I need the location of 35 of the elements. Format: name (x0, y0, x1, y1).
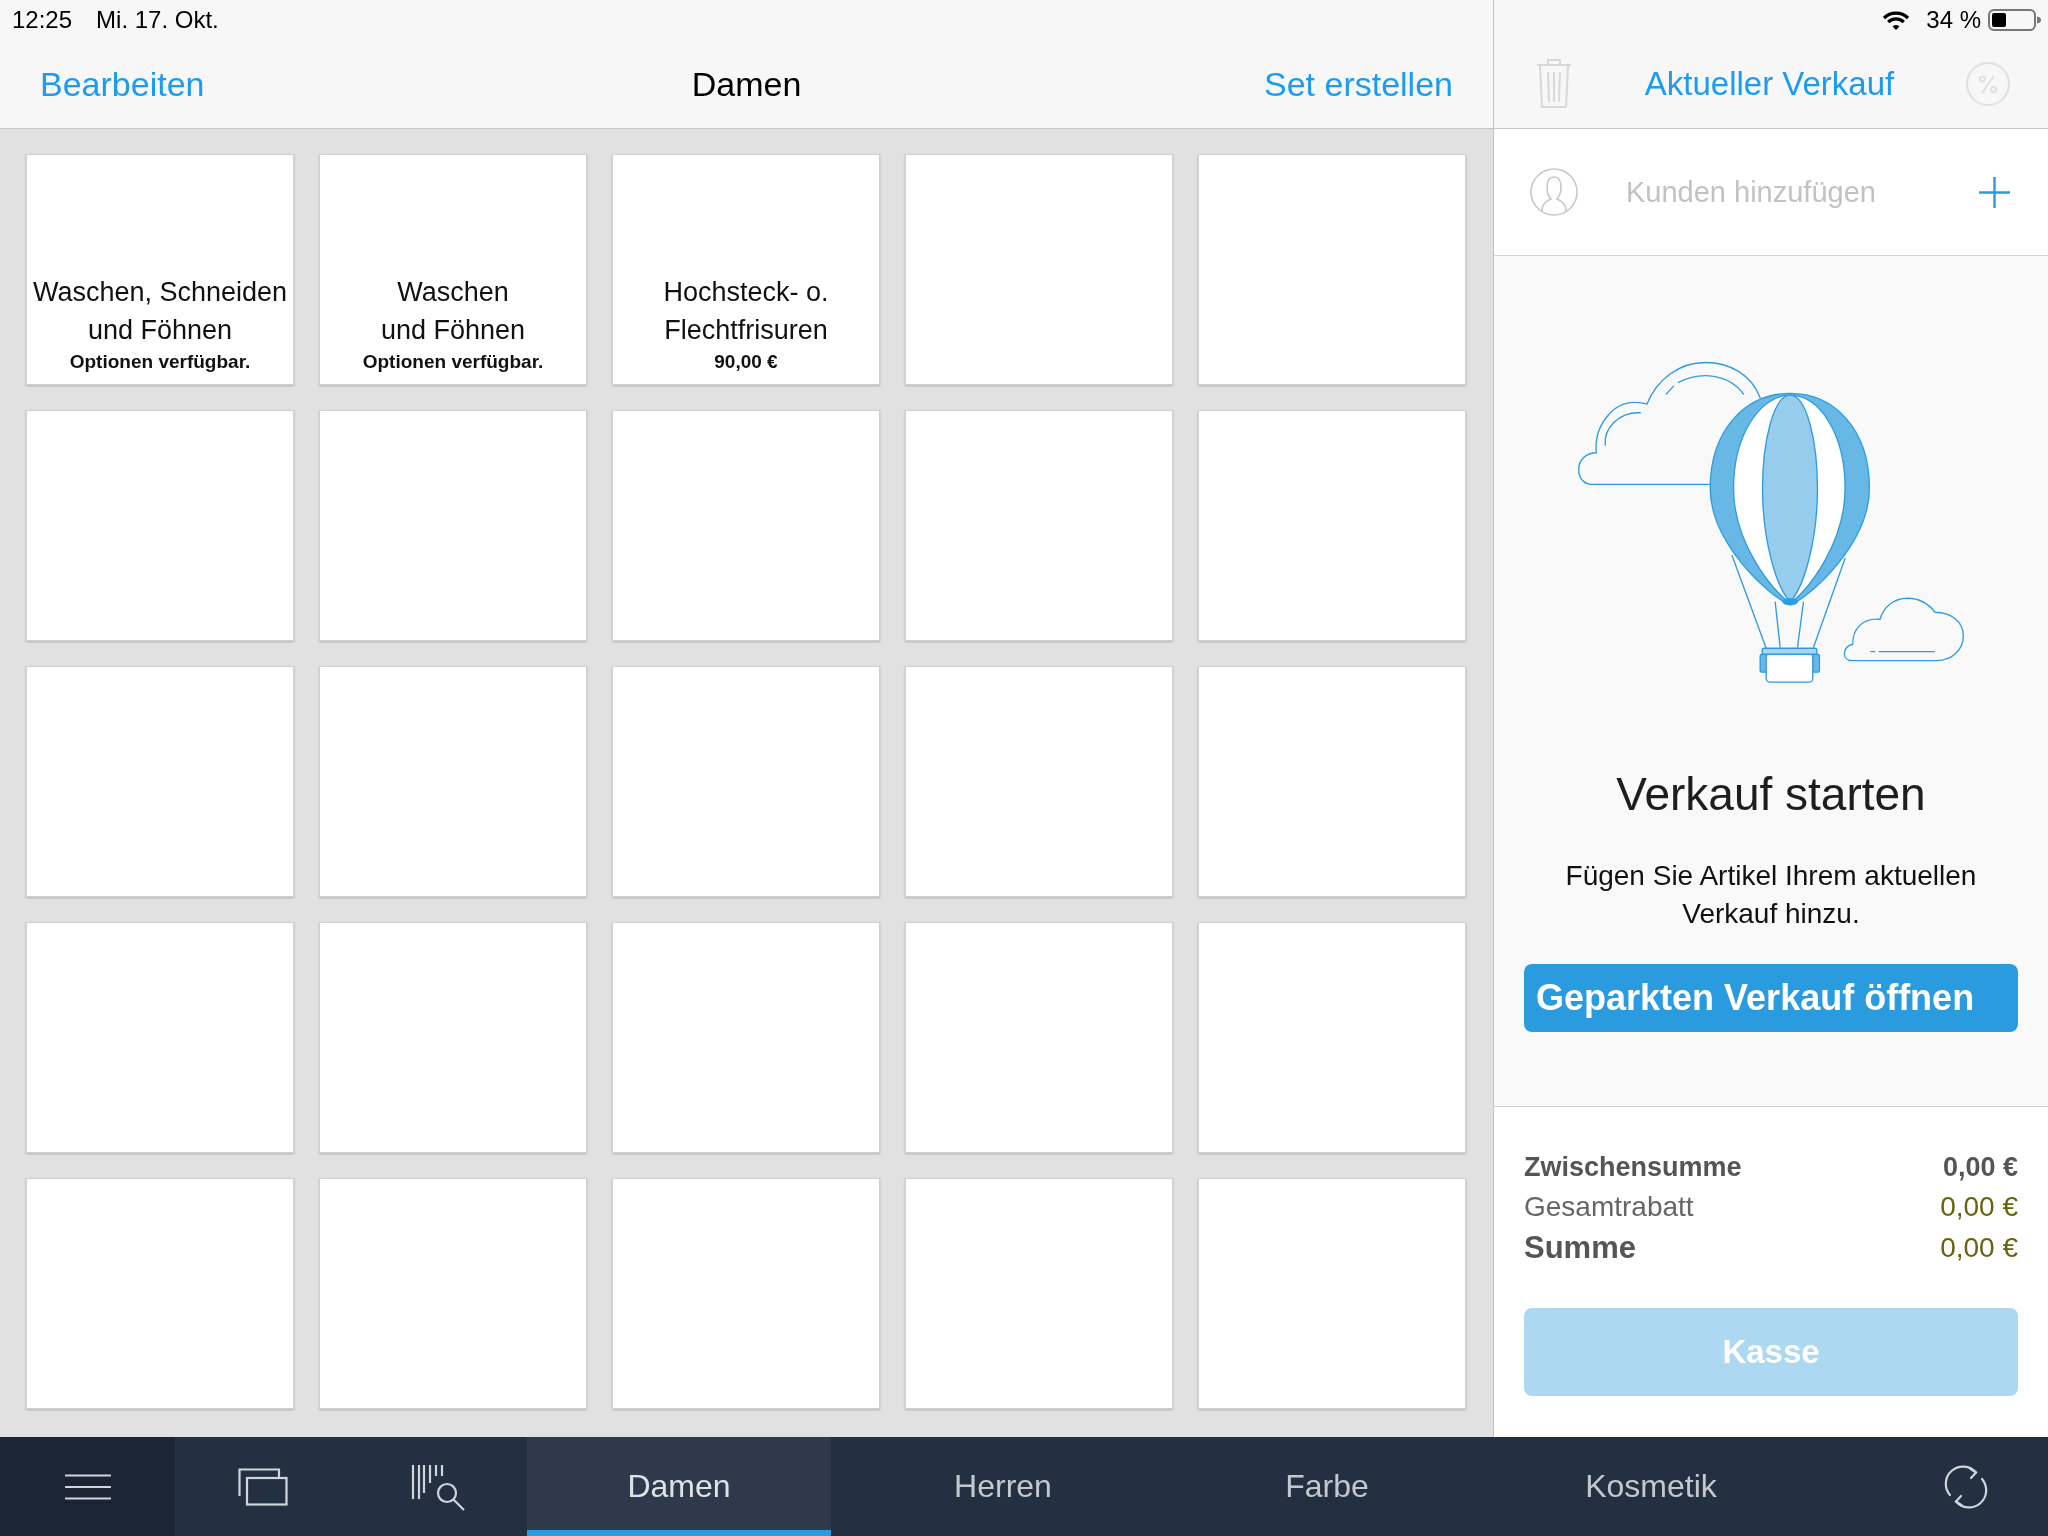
status-date: Mi. 17. Okt. (96, 6, 219, 34)
battery-percentage: 34 % (1926, 6, 1981, 34)
product-name: Hochsteck- o. Flechtfrisuren (663, 276, 829, 347)
summary-amount: 0,00 € (1942, 1151, 2018, 1183)
product-name: Waschen, Schneiden und Föhnen (32, 276, 288, 347)
product-name: Waschen und Föhnen (380, 276, 526, 347)
menu-icon (64, 1473, 111, 1500)
summary-label: Zwischensumme (1524, 1151, 1742, 1183)
summary-amount: 0,00 € (1940, 1232, 2018, 1264)
battery-icon (1988, 9, 2042, 31)
sale-title: Aktueller Verkauf (1644, 65, 1895, 103)
product-detail: 90,00 € (714, 350, 778, 374)
category-title: Damen (691, 64, 802, 104)
menu-button[interactable] (0, 1437, 175, 1536)
summary-amount: 0,00 € (1940, 1190, 2018, 1223)
summary-label: Summe (1524, 1230, 1636, 1266)
refresh-icon[interactable] (1943, 1463, 1989, 1510)
barcode-search-icon[interactable] (411, 1462, 467, 1511)
person-icon (1530, 168, 1578, 216)
category-tab[interactable]: Herren (851, 1437, 1155, 1536)
product-tile[interactable]: Waschen, Schneiden und Föhnen Optionen verfügbar. (26, 154, 294, 385)
category-tab[interactable]: Kosmetik (1499, 1437, 1803, 1536)
product-tile[interactable]: Waschen und Föhnen Optionen verfügbar. (319, 154, 587, 385)
empty-state-title: Verkauf starten (1616, 767, 1926, 822)
category-tab[interactable]: Farbe (1175, 1437, 1479, 1536)
status-time: 12:25 (12, 6, 73, 34)
category-tab[interactable]: Damen (527, 1437, 831, 1536)
wifi-icon (1881, 9, 1912, 31)
summary-label: Gesamtrabatt (1524, 1190, 1694, 1223)
product-detail: Optionen verfügbar. (362, 350, 544, 374)
empty-state-message: Fügen Sie Artikel Ihrem aktuellen Verkauf hinzu. (1564, 859, 1978, 931)
windows-icon[interactable] (238, 1467, 288, 1506)
plus-icon (1979, 176, 2010, 208)
product-detail: Optionen verfügbar. (69, 350, 251, 374)
product-tile[interactable]: Hochsteck- o. Flechtfrisuren 90,00 € (612, 154, 880, 385)
